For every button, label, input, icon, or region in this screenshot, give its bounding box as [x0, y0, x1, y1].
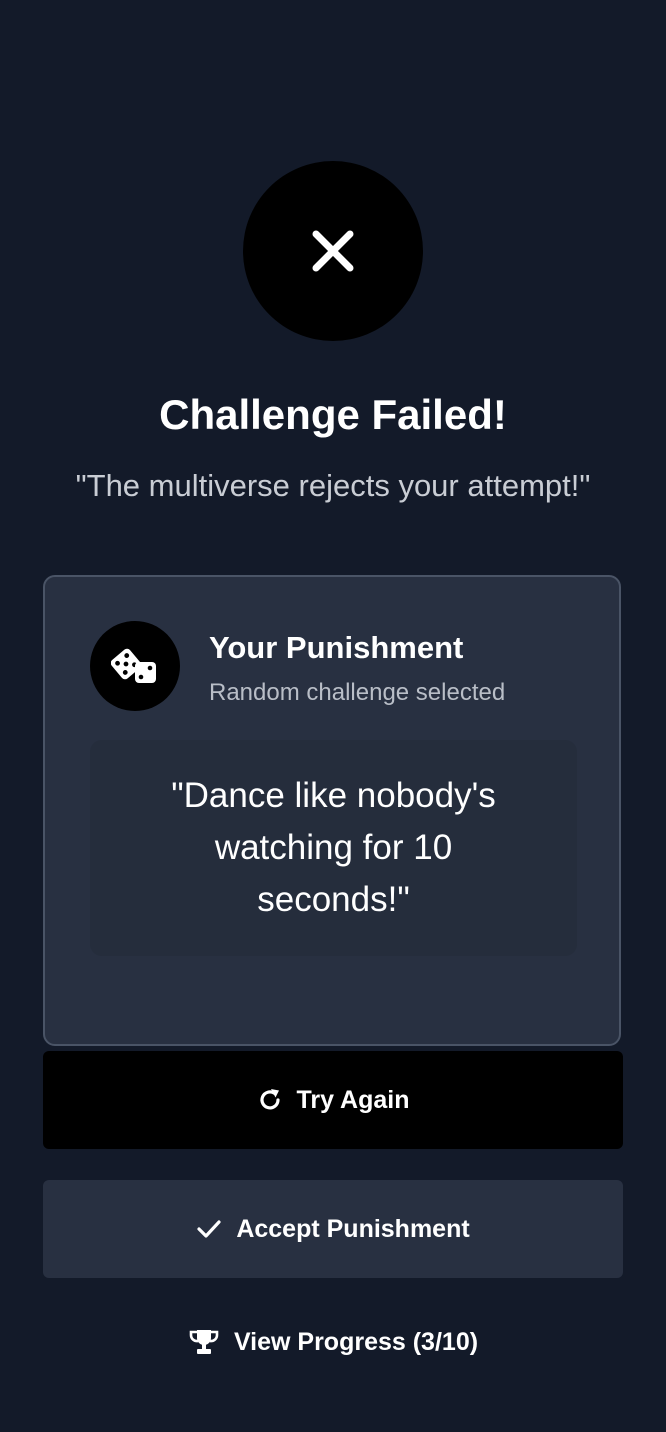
try-again-button[interactable]: Try Again [43, 1051, 623, 1149]
view-progress-label: View Progress (3/10) [233, 1327, 479, 1356]
failure-badge [243, 161, 423, 341]
check-icon [196, 1218, 222, 1240]
accept-punishment-button[interactable]: Accept Punishment [43, 1180, 623, 1278]
challenge-box: "Dance like nobody's watching for 10 sec… [90, 740, 577, 956]
punishment-subtitle: Random challenge selected [209, 679, 506, 706]
x-icon [312, 230, 354, 272]
trophy-icon [188, 1328, 220, 1356]
challenge-text: "Dance like nobody's watching for 10 sec… [171, 776, 496, 919]
refresh-icon [257, 1087, 283, 1113]
accept-punishment-label: Accept Punishment [236, 1214, 470, 1243]
dice-icon [111, 648, 156, 683]
try-again-label: Try Again [296, 1085, 410, 1114]
page-title: Challenge Failed! [159, 391, 507, 438]
punishment-title: Your Punishment [209, 630, 464, 665]
punishment-card: Your Punishment Random challenge selecte… [43, 575, 621, 1046]
dice-badge [90, 621, 180, 711]
page-subtitle: "The multiverse rejects your attempt!" [75, 468, 591, 503]
view-progress-link[interactable]: View Progress (3/10) [0, 1320, 666, 1364]
